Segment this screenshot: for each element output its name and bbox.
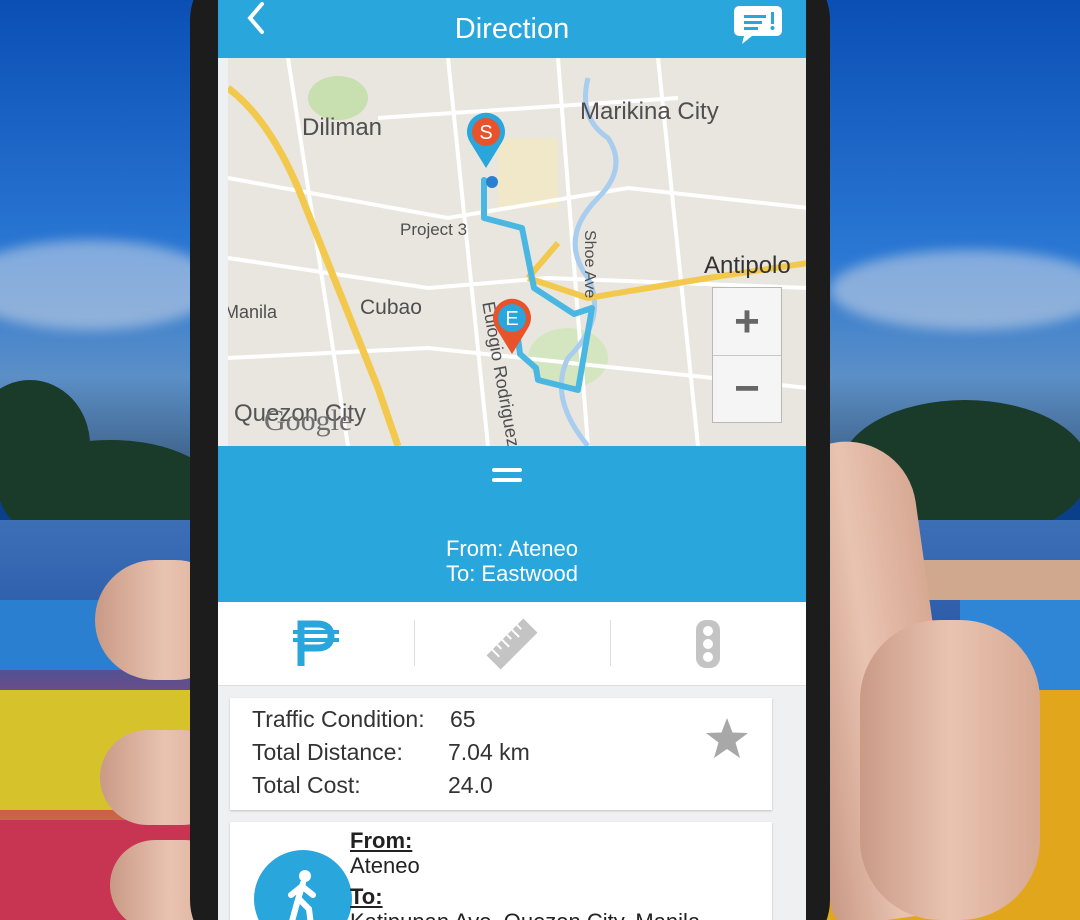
trip-summary-card: Traffic Condition: 65 Total Distance: 7.… <box>230 698 772 810</box>
route-to: To: Eastwood <box>445 561 579 586</box>
traffic-value: 65 <box>450 706 476 732</box>
map-label-cubao: Cubao <box>360 296 422 319</box>
step-to-label: To: <box>350 884 383 909</box>
route-map[interactable]: Diliman Marikina City Project 3 Shoe Ave… <box>228 58 806 446</box>
favorite-star-icon[interactable] <box>704 716 750 760</box>
step-to-value: Katipunan Ave, Quezon City, Manila <box>350 909 700 920</box>
start-marker-icon[interactable]: S <box>464 110 508 170</box>
chat-bubble-icon[interactable] <box>732 2 784 46</box>
page-title: Direction <box>454 12 570 45</box>
map-label-diliman: Diliman <box>302 114 383 141</box>
map-label-manila: Manila <box>228 302 278 322</box>
route-summary: From: Ateneo To: Eastwood <box>218 536 806 586</box>
route-from: From: Ateneo <box>445 536 579 561</box>
step-from-label: From: <box>350 828 413 853</box>
step-from-value: Ateneo <box>350 853 420 878</box>
traffic-label: Traffic Condition: <box>252 706 425 732</box>
tab-fare[interactable] <box>218 602 414 685</box>
start-marker-label: S <box>479 122 492 144</box>
map-label-project3: Project 3 <box>400 220 468 239</box>
walking-person-icon <box>288 870 316 920</box>
walk-step-badge <box>254 850 352 920</box>
info-tabs <box>218 602 806 686</box>
tab-distance[interactable] <box>414 602 610 685</box>
drag-handle-icon[interactable] <box>492 468 522 486</box>
zoom-in-button[interactable]: + <box>713 288 781 355</box>
map-label-antipolo: Antipolo <box>704 252 791 279</box>
distance-label: Total Distance: <box>252 739 403 765</box>
tab-traffic[interactable] <box>610 602 806 685</box>
app-bar: Direction <box>218 0 806 58</box>
cost-value: 24.0 <box>448 772 493 798</box>
zoom-control: + − <box>712 287 782 423</box>
chevron-left-icon[interactable] <box>242 0 272 40</box>
route-step-card[interactable]: From: Ateneo To: Katipunan Ave, Quezon C… <box>230 822 772 920</box>
ruler-icon <box>486 618 538 669</box>
right-palm <box>860 620 1040 920</box>
route-panel: From: Ateneo To: Eastwood <box>218 446 806 602</box>
map-label-marikina: Marikina City <box>580 98 719 125</box>
app-screen: Direction Diliman Marikina City Project … <box>218 0 806 920</box>
map-label-shoe-ave: Shoe Ave <box>581 230 598 299</box>
zoom-out-button[interactable]: − <box>713 355 781 422</box>
google-logo: Google <box>264 404 353 437</box>
distance-value: 7.04 km <box>448 739 530 765</box>
end-marker-label: E <box>505 308 518 330</box>
cost-label: Total Cost: <box>252 772 361 798</box>
end-marker-icon[interactable]: E <box>490 296 534 356</box>
peso-icon <box>293 620 339 666</box>
traffic-light-icon <box>696 619 720 668</box>
